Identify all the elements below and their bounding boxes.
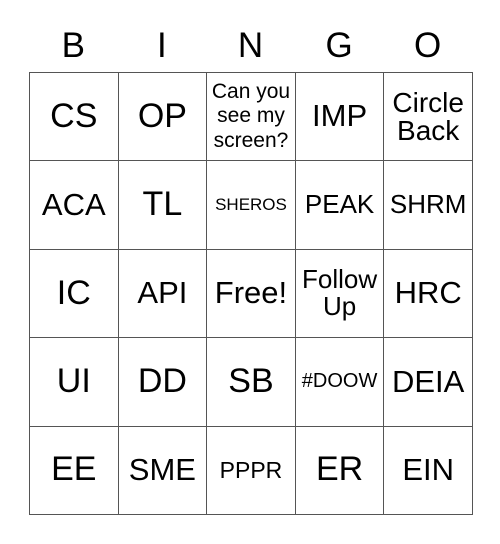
bingo-cell-n2[interactable]: SHEROS (207, 161, 296, 250)
bingo-cell-i1[interactable]: OP (118, 73, 208, 162)
bingo-header-letter-b: B (61, 25, 85, 65)
bingo-row: CS OP Can you see my screen? IMP Circle … (30, 73, 473, 162)
bingo-cell-g4[interactable]: #DOOW (295, 338, 385, 427)
bingo-cell-label: PPPR (219, 457, 283, 484)
bingo-card: B I N G O CS OP Can you see my screen? I… (29, 18, 473, 515)
bingo-cell-label: SB (228, 362, 274, 401)
bingo-cell-label: SHRM (389, 189, 467, 220)
bingo-cell-label: PEAK (304, 189, 375, 220)
bingo-cell-label: ER (315, 450, 364, 489)
bingo-cell-label: UI (56, 362, 91, 401)
bingo-cell-b4[interactable]: UI (30, 338, 119, 427)
bingo-cell-i3[interactable]: API (118, 249, 208, 339)
bingo-row: IC API Free! Follow Up HRC (30, 249, 473, 339)
bingo-cell-label: Can you see my screen? (211, 79, 291, 153)
bingo-cell-label: SHEROS (215, 195, 287, 215)
bingo-header-letter-i: I (157, 25, 167, 65)
bingo-cell-i4[interactable]: DD (118, 338, 208, 427)
bingo-cell-n5[interactable]: PPPR (207, 426, 296, 515)
bingo-cell-label: ACA (41, 186, 106, 222)
bingo-cell-label: Follow Up (302, 264, 378, 322)
bingo-header-letter-n: N (237, 25, 264, 65)
bingo-cell-b3[interactable]: IC (30, 249, 119, 339)
bingo-cell-b2[interactable]: ACA (30, 161, 119, 250)
bingo-cell-b1[interactable]: CS (30, 73, 119, 162)
bingo-cell-label: DD (137, 362, 187, 401)
bingo-header-row: B I N G O (29, 18, 472, 72)
bingo-cell-i5[interactable]: SME (118, 426, 208, 515)
bingo-cell-i2[interactable]: TL (118, 161, 208, 250)
bingo-cell-g2[interactable]: PEAK (295, 161, 385, 250)
bingo-cell-o1[interactable]: Circle Back (384, 73, 473, 162)
bingo-cell-o3[interactable]: HRC (384, 249, 473, 339)
bingo-cell-b5[interactable]: EE (30, 426, 119, 515)
bingo-cell-label: EE (51, 450, 97, 489)
bingo-cell-g1[interactable]: IMP (295, 73, 385, 162)
bingo-cell-label: API (137, 275, 188, 311)
bingo-header-letter-o: O (414, 25, 442, 65)
bingo-cell-o4[interactable]: DEIA (384, 338, 473, 427)
bingo-cell-o2[interactable]: SHRM (384, 161, 473, 250)
bingo-cell-label: DEIA (391, 363, 465, 399)
bingo-cell-label: #DOOW (301, 370, 378, 393)
bingo-cell-label: TL (142, 185, 183, 224)
bingo-cell-n4[interactable]: SB (207, 338, 296, 427)
bingo-row: ACA TL SHEROS PEAK SHRM (30, 161, 473, 250)
bingo-cell-label: Circle Back (392, 86, 464, 146)
bingo-cell-label: SME (128, 451, 196, 487)
bingo-cell-g5[interactable]: ER (295, 426, 385, 515)
bingo-header-letter-g: G (325, 25, 353, 65)
bingo-grid: CS OP Can you see my screen? IMP Circle … (29, 72, 473, 515)
bingo-cell-label: EIN (402, 451, 455, 487)
bingo-cell-label: IMP (312, 98, 368, 134)
bingo-row: EE SME PPPR ER EIN (30, 426, 473, 515)
bingo-cell-label: Free! (214, 275, 288, 311)
bingo-cell-label: HRC (394, 275, 462, 311)
bingo-cell-free-space[interactable]: Free! (207, 249, 296, 339)
bingo-cell-n1[interactable]: Can you see my screen? (207, 73, 296, 162)
bingo-cell-g3[interactable]: Follow Up (295, 249, 385, 339)
bingo-row: UI DD SB #DOOW DEIA (30, 338, 473, 427)
bingo-cell-label: IC (56, 273, 91, 312)
bingo-cell-label: OP (137, 96, 187, 135)
bingo-cell-label: CS (50, 96, 98, 135)
bingo-cell-o5[interactable]: EIN (384, 426, 473, 515)
